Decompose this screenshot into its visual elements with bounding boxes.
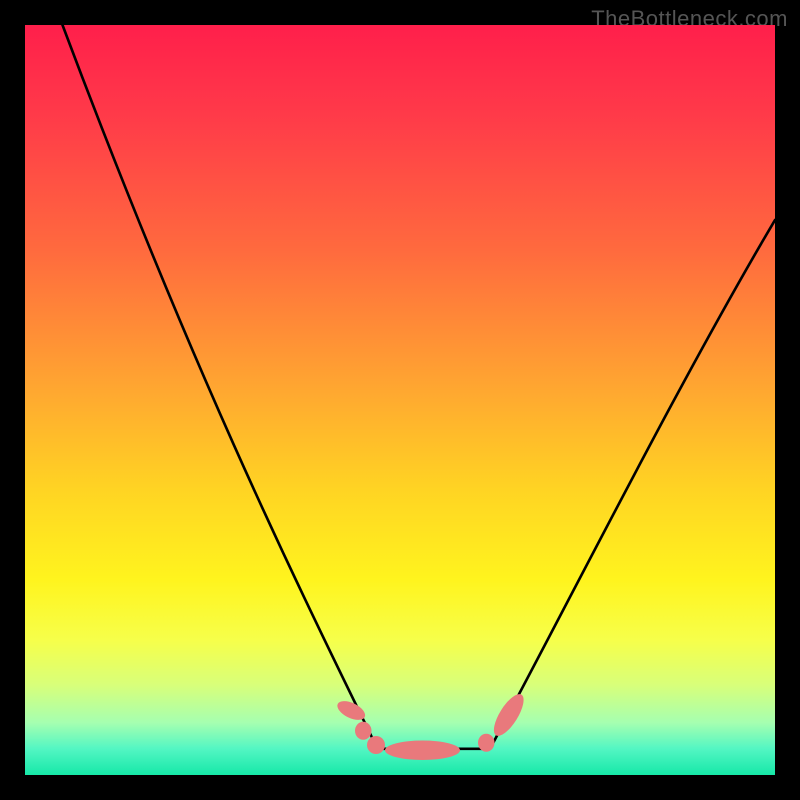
bottleneck-curve	[25, 25, 775, 775]
plot-area	[25, 25, 775, 775]
curve-marker	[385, 741, 460, 761]
curve-marker	[367, 736, 385, 754]
frame: TheBottleneck.com	[0, 0, 800, 800]
curve-marker	[488, 690, 529, 740]
curve-marker	[355, 722, 372, 740]
curve-marker	[478, 734, 495, 752]
